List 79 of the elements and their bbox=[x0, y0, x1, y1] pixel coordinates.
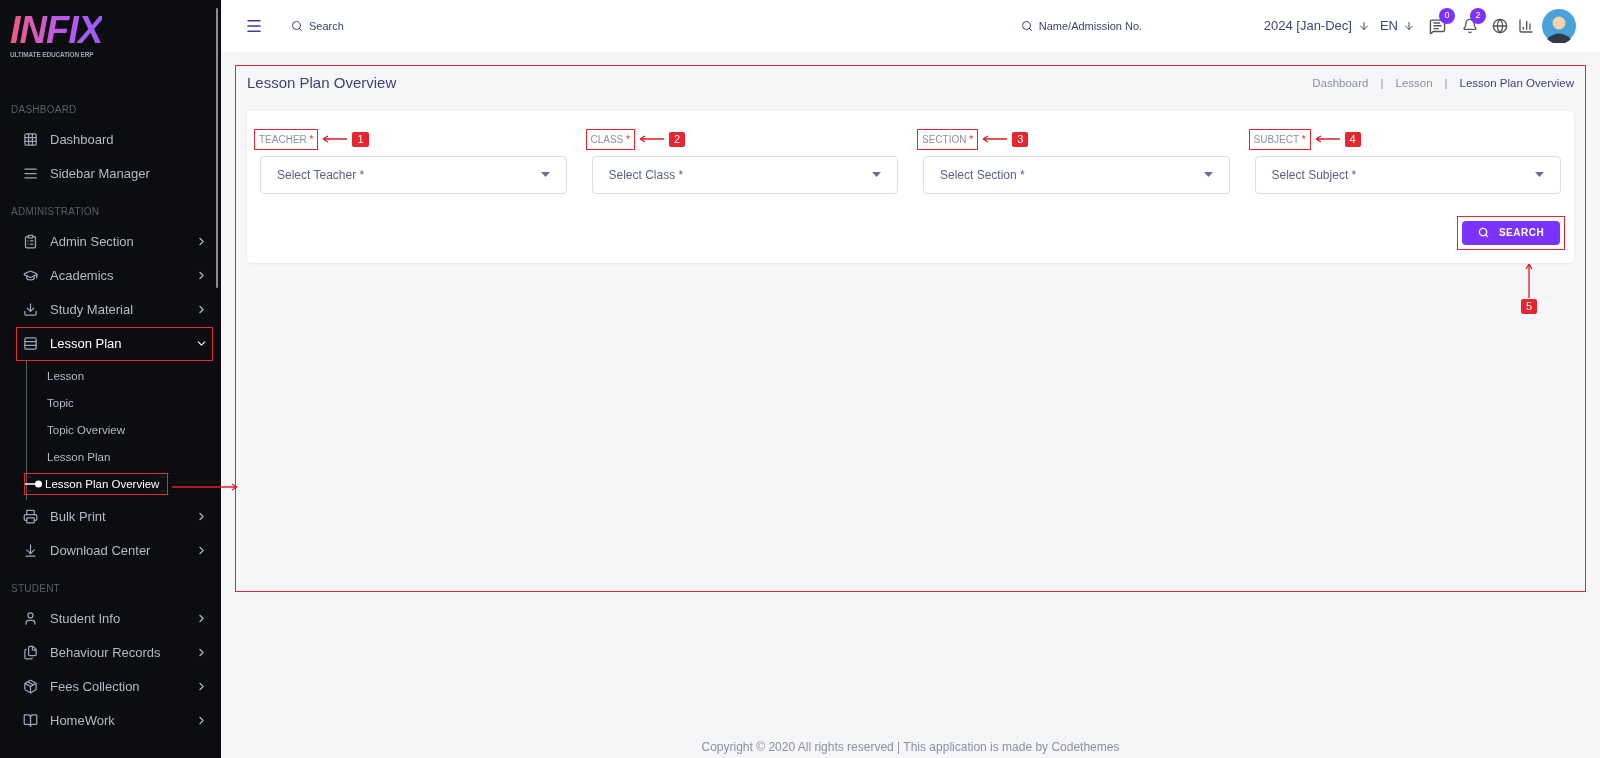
table-icon bbox=[23, 336, 38, 352]
sidebar-item[interactable]: Behaviour Records bbox=[16, 635, 213, 670]
search-button[interactable]: SEARCH bbox=[1462, 220, 1560, 245]
session-dropdown[interactable]: 2024 [Jan-Dec] bbox=[1263, 16, 1370, 36]
callout-badge: 3 bbox=[1012, 131, 1029, 147]
message-count-badge: 0 bbox=[1439, 7, 1455, 24]
submenu-item[interactable]: Lesson Plan bbox=[27, 446, 120, 469]
callout-badge: 4 bbox=[1344, 131, 1361, 147]
breadcrumb-separator: | bbox=[1444, 75, 1448, 91]
download-tray-icon bbox=[23, 543, 38, 559]
caret-down-icon bbox=[1535, 172, 1544, 177]
section-heading: STUDENT bbox=[10, 581, 61, 596]
grid-icon bbox=[23, 132, 38, 148]
clipboard-icon bbox=[23, 234, 38, 250]
sidebar-item[interactable]: Download Center bbox=[16, 533, 213, 568]
search-icon bbox=[1020, 20, 1033, 32]
submenu-item[interactable]: Topic bbox=[27, 392, 83, 415]
sidebar-item[interactable]: Sidebar Manager bbox=[16, 156, 213, 191]
search-icon bbox=[1477, 227, 1489, 238]
search-field[interactable]: Search bbox=[309, 17, 429, 35]
menu-icon bbox=[23, 166, 38, 182]
caret-down-icon bbox=[540, 172, 550, 177]
section-heading: ADMINISTRATION bbox=[10, 204, 101, 219]
sidebar-item[interactable]: Academics bbox=[16, 258, 213, 293]
printer-icon bbox=[23, 509, 38, 525]
breadcrumb-separator: | bbox=[1380, 75, 1384, 91]
sidebar-item[interactable]: Student Info bbox=[16, 601, 213, 636]
notification-bell-icon[interactable] bbox=[1462, 18, 1478, 34]
field-label: TEACHER * bbox=[254, 128, 319, 150]
callout-badge: 2 bbox=[669, 131, 686, 147]
select-dropdown[interactable]: Select Section * bbox=[923, 155, 1230, 194]
student-search-field[interactable]: Name/Admission No. bbox=[1038, 17, 1164, 35]
field-label: SECTION * bbox=[917, 128, 979, 150]
active-dot-icon bbox=[25, 480, 43, 489]
field-label: SUBJECT * bbox=[1248, 128, 1311, 150]
select-dropdown[interactable]: Select Teacher * bbox=[260, 155, 567, 194]
globe-icon[interactable] bbox=[1492, 18, 1508, 34]
menu-icon[interactable] bbox=[245, 17, 263, 35]
package-icon bbox=[23, 679, 38, 695]
avatar-silhouette[interactable] bbox=[1542, 9, 1576, 43]
user-icon bbox=[23, 611, 38, 627]
callout-arrow bbox=[322, 135, 349, 143]
breadcrumb-link[interactable]: Lesson Plan Overview bbox=[1459, 74, 1574, 92]
caret-down-icon bbox=[872, 172, 881, 177]
field-label: CLASS * bbox=[585, 128, 635, 150]
sidebar-item[interactable]: Dashboard bbox=[16, 122, 213, 157]
callout-badge: 1 bbox=[352, 131, 369, 147]
download-icon bbox=[23, 302, 38, 318]
submenu-item[interactable]: Topic Overview bbox=[27, 419, 134, 442]
scrollbar-thumb[interactable] bbox=[216, 8, 218, 288]
section-heading: DASHBOARD bbox=[10, 102, 78, 117]
caret-down-icon bbox=[1203, 172, 1213, 177]
search-icon bbox=[291, 20, 303, 32]
sidebar-item[interactable]: Admin Section bbox=[16, 224, 213, 259]
sidebar-item[interactable]: Bulk Print bbox=[16, 499, 213, 534]
callout-badge: 5 bbox=[1520, 298, 1537, 314]
select-dropdown[interactable]: Select Subject * bbox=[1254, 155, 1561, 194]
callout-arrow bbox=[639, 135, 665, 143]
message-icon[interactable] bbox=[1429, 17, 1446, 35]
language-dropdown[interactable]: EN bbox=[1379, 16, 1415, 36]
chart-icon[interactable] bbox=[1518, 18, 1534, 34]
callout-arrow bbox=[1524, 262, 1533, 299]
arrow-down-icon bbox=[1403, 20, 1415, 32]
arrow-down-icon bbox=[1357, 20, 1370, 32]
select-dropdown[interactable]: Select Class * bbox=[591, 155, 898, 194]
page-title: Lesson Plan Overview bbox=[247, 73, 397, 93]
sidebar-item[interactable]: Study Material bbox=[16, 292, 213, 327]
sidebar-item[interactable]: Fees Collection bbox=[16, 669, 213, 704]
notification-count-badge: 2 bbox=[1470, 8, 1486, 24]
callout-arrow bbox=[1314, 135, 1341, 143]
files-icon bbox=[23, 645, 38, 661]
submenu-item[interactable]: Lesson Plan Overview bbox=[24, 473, 169, 496]
graduation-cap-icon bbox=[23, 268, 38, 284]
submenu-item[interactable]: Lesson bbox=[27, 365, 94, 388]
sidebar-item[interactable]: HomeWork bbox=[16, 703, 213, 738]
book-icon bbox=[23, 713, 38, 729]
callout-arrow bbox=[982, 135, 1009, 143]
sidebar-item[interactable]: Lesson Plan bbox=[16, 326, 213, 361]
footer-text: Copyright © 2020 All rights reserved | This application is made by Codethemes bbox=[700, 739, 1121, 756]
